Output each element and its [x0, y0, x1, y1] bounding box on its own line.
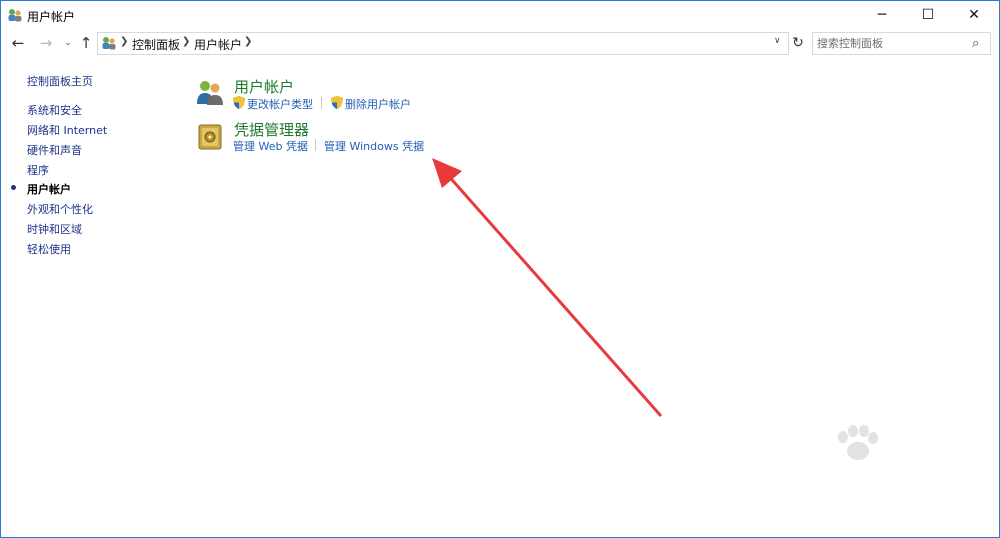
breadcrumb-control-panel[interactable]: 控制面板 [132, 36, 180, 53]
refresh-icon: ↻ [792, 35, 804, 51]
sidebar-item-clock-region[interactable]: 时钟和区域 [27, 221, 82, 237]
uac-shield-icon [331, 96, 343, 109]
address-dropdown-icon[interactable]: ∨ [774, 36, 781, 46]
search-input[interactable] [817, 35, 965, 51]
search-box[interactable]: ⌕ [812, 32, 991, 55]
sidebar-item-appearance[interactable]: 外观和个性化 [27, 201, 93, 217]
sidebar-item-programs[interactable]: 程序 [27, 162, 49, 178]
back-button[interactable]: ← [9, 33, 27, 53]
control-panel-icon [102, 37, 116, 50]
chevron-right-icon[interactable]: ❯ [182, 36, 190, 47]
users-icon [8, 9, 22, 22]
manage-web-credentials-link[interactable]: 管理 Web 凭据 [233, 138, 308, 154]
search-icon[interactable]: ⌕ [972, 36, 979, 51]
window-title: 用户帐户 [27, 10, 76, 24]
link-separator [321, 97, 322, 109]
category-title-user-accounts[interactable]: 用户帐户 [234, 76, 294, 97]
title-bar[interactable]: 用户帐户 ─ ☐ ✕ [1, 1, 999, 29]
sidebar-item-hardware-sound[interactable]: 硬件和声音 [27, 142, 82, 158]
sidebar-item-ease-of-access[interactable]: 轻松使用 [27, 241, 71, 257]
refresh-button[interactable]: ↻ [789, 33, 807, 53]
chevron-right-icon[interactable]: ❯ [120, 36, 128, 47]
forward-button[interactable]: → [37, 33, 55, 53]
sidebar-item-user-accounts[interactable]: 用户帐户 [27, 181, 71, 197]
navigation-bar: ← → ⌄ ↑ ❯ 控制面板 ❯ 用户帐户 ❯ ∨ ↻ 搜索控制面板 ⌕ [1, 31, 999, 55]
up-button[interactable]: ↑ [77, 33, 95, 53]
manage-windows-credentials-link[interactable]: 管理 Windows 凭据 [324, 138, 424, 154]
vault-icon[interactable] [195, 122, 225, 152]
sidebar-item-network[interactable]: 网络和 Internet [27, 122, 107, 138]
category-title-credential-manager[interactable]: 凭据管理器 [234, 119, 309, 140]
address-bar[interactable]: ❯ 控制面板 ❯ 用户帐户 ❯ ∨ [97, 32, 789, 55]
minimize-icon: ─ [877, 7, 887, 23]
close-icon: ✕ [968, 7, 980, 23]
close-button[interactable]: ✕ [951, 1, 997, 29]
maximize-button[interactable]: ☐ [905, 1, 951, 29]
link-separator [315, 139, 316, 151]
sidebar-item-home[interactable]: 控制面板主页 [27, 73, 93, 89]
arrow-right-icon: → [39, 34, 53, 52]
minimize-button[interactable]: ─ [859, 1, 905, 29]
sidebar: 控制面板主页 系统和安全 网络和 Internet 硬件和声音 程序 用户帐户 … [1, 63, 181, 533]
maximize-icon: ☐ [921, 7, 935, 23]
chevron-down-icon: ⌄ [64, 38, 72, 48]
baidu-watermark [741, 425, 961, 525]
arrow-left-icon: ← [11, 34, 25, 52]
control-panel-window: 用户帐户 ─ ☐ ✕ ← → ⌄ ↑ ❯ 控制面板 ❯ 用户帐户 ❯ ∨ ↻ 搜… [0, 0, 1000, 538]
breadcrumb-user-accounts[interactable]: 用户帐户 [194, 36, 242, 53]
paw-logo-icon [838, 425, 878, 460]
recent-locations-button[interactable]: ⌄ [59, 33, 77, 53]
arrow-up-icon: ↑ [79, 34, 93, 52]
users-icon[interactable] [195, 77, 225, 107]
active-bullet-icon [11, 185, 16, 190]
chevron-right-icon[interactable]: ❯ [244, 36, 252, 47]
sidebar-item-system-security[interactable]: 系统和安全 [27, 102, 82, 118]
delete-user-account-link[interactable]: 删除用户帐户 [345, 96, 411, 112]
uac-shield-icon [233, 96, 245, 109]
change-account-type-link[interactable]: 更改帐户类型 [247, 96, 313, 112]
